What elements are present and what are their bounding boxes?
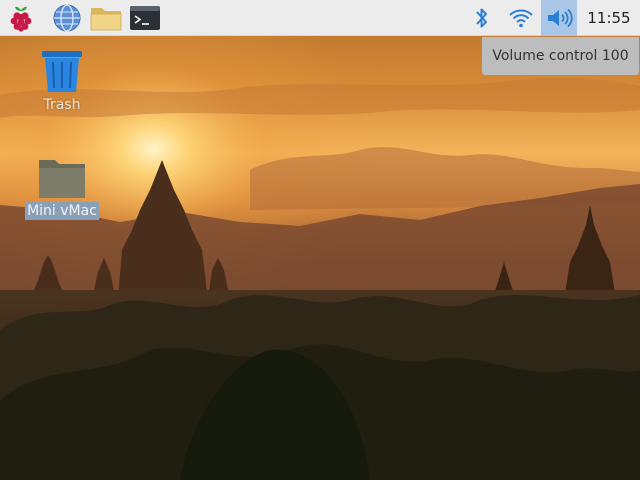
desktop-icon-mini-vmac[interactable]: Mini vMac (17, 156, 107, 220)
volume-button[interactable] (541, 0, 577, 36)
volume-icon (545, 7, 573, 29)
terminal-button[interactable] (128, 2, 162, 33)
desktop-icon-label: Trash (43, 97, 81, 113)
desktop-icon-trash[interactable]: Trash (17, 48, 107, 114)
raspberry-menu-button[interactable] (4, 2, 38, 33)
file-manager-icon (89, 4, 123, 32)
bluetooth-button[interactable] (468, 2, 496, 33)
folder-icon (37, 156, 87, 200)
desktop-icon-label: Mini vMac (25, 202, 99, 220)
terminal-icon (129, 4, 161, 32)
trash-icon (38, 48, 86, 94)
web-browser-icon (52, 3, 82, 33)
bluetooth-icon (473, 5, 491, 31)
file-manager-button[interactable] (88, 2, 124, 33)
taskbar: 11:55 (0, 0, 640, 36)
web-browser-button[interactable] (50, 2, 84, 33)
clock[interactable]: 11:55 (578, 0, 640, 36)
wifi-icon (508, 7, 534, 29)
wifi-button[interactable] (504, 2, 538, 33)
raspberry-menu-icon (8, 4, 34, 32)
volume-tooltip: Volume control 100 (482, 37, 639, 75)
